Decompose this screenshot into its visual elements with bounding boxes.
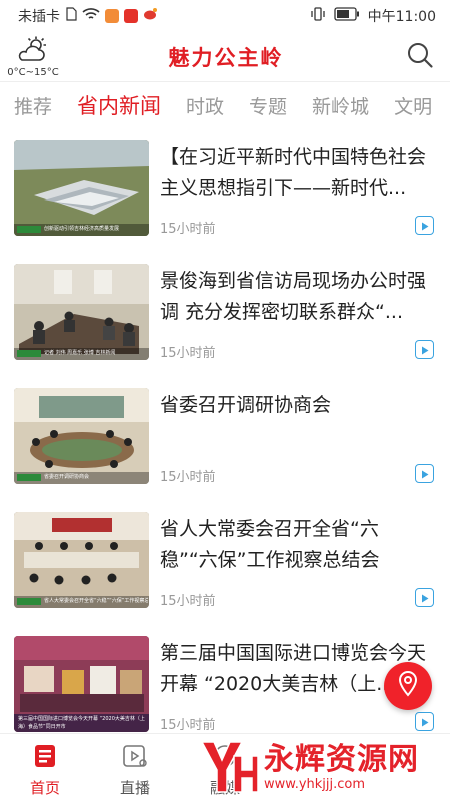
play-icon — [421, 464, 429, 483]
nav-label: 首页 — [29, 779, 60, 797]
category-tabs: 推荐 省内新闻 时政 专题 新岭城 文明 — [0, 84, 450, 126]
sim-icon — [65, 7, 77, 25]
weather-widget[interactable]: 0°C~15°C — [0, 36, 62, 78]
news-item[interactable]: 省人大常委会召开全省“六稳”“六保”工作视察总结会 省人大常委会召开全省“六稳”… — [0, 502, 450, 626]
partly-cloudy-icon — [15, 36, 51, 66]
news-item[interactable]: 第三届中国国际进口博览会今天开幕 “2020大美吉林（上海）食品节”同日开市 第… — [0, 626, 450, 750]
news-title: 省委召开调研协商会 — [160, 394, 332, 416]
temperature-range: 0°C~15°C — [7, 66, 59, 78]
app-notification-icon — [124, 9, 138, 23]
location-button[interactable] — [384, 662, 432, 710]
watermark-logo: 永辉资源网 www.yhkjjj.com — [198, 736, 450, 800]
video-play-button[interactable] — [415, 340, 434, 359]
news-thumbnail: 第三届中国国际进口博览会今天开幕 “2020大美吉林（上海）食品节”同日开市 — [14, 636, 149, 732]
thumbnail-caption: 记者 刘伟 周嘉乐 张博 吉林新闻 — [44, 350, 116, 356]
location-pin-icon — [397, 670, 419, 701]
status-bar: 未插卡 中午11:00 — [0, 0, 450, 32]
news-thumbnail: 省人大常委会召开全省“六稳”“六保”工作视察总结会 — [14, 512, 149, 608]
battery-icon — [333, 7, 360, 25]
nav-home[interactable]: 首页 — [0, 734, 90, 800]
news-time: 15小时前 — [160, 594, 216, 609]
app-notification-icon — [105, 9, 119, 23]
play-icon — [421, 340, 429, 359]
news-time: 15小时前 — [160, 346, 216, 361]
home-doc-icon — [32, 743, 58, 773]
news-thumbnail: 省委召开调研协商会 — [14, 388, 149, 484]
nav-label: 直播 — [119, 779, 150, 797]
news-item[interactable]: 创新驱动引领吉林经济高质量发展 【在习近平新时代中国特色社会主义思想指引下——新… — [0, 130, 450, 254]
play-icon — [421, 216, 429, 235]
tab-new-lingcheng[interactable]: 新岭城 — [312, 92, 369, 119]
video-play-button[interactable] — [415, 464, 434, 483]
news-title: 省人大常委会召开全省“六稳”“六保”工作视察总结会 — [160, 518, 380, 571]
news-title: 景俊海到省信访局现场办公时强调 充分发挥密切联系群众“... — [160, 270, 427, 323]
news-item[interactable]: 省委召开调研协商会 省委召开调研协商会 15小时前 — [0, 378, 450, 502]
search-icon — [406, 41, 434, 73]
wifi-icon — [82, 7, 100, 25]
video-play-button[interactable] — [415, 712, 434, 731]
tab-recommend[interactable]: 推荐 — [14, 92, 52, 119]
play-icon — [421, 712, 429, 731]
vibrate-icon — [310, 6, 326, 26]
play-icon — [421, 588, 429, 607]
carrier-text: 未插卡 — [18, 9, 60, 25]
news-thumbnail: 记者 刘伟 周嘉乐 张博 吉林新闻 — [14, 264, 149, 360]
thumbnail-caption: 省委召开调研协商会 — [44, 474, 90, 480]
live-play-icon — [121, 743, 149, 773]
page-title: 魅力公主岭 — [168, 45, 284, 70]
news-item[interactable]: 记者 刘伟 周嘉乐 张博 吉林新闻 景俊海到省信访局现场办公时强调 充分发挥密切… — [0, 254, 450, 378]
news-time: 15小时前 — [160, 718, 216, 733]
clock-text: 中午11:00 — [367, 9, 436, 25]
yh-logo-icon — [198, 736, 260, 800]
nav-live[interactable]: 直播 — [90, 734, 180, 800]
watermark-url: www.yhkjjj.com — [264, 777, 366, 792]
news-list: 创新驱动引领吉林经济高质量发展 【在习近平新时代中国特色社会主义思想指引下——新… — [0, 130, 450, 750]
video-play-button[interactable] — [415, 588, 434, 607]
news-time: 15小时前 — [160, 222, 216, 237]
weibo-icon — [143, 7, 159, 25]
search-button[interactable] — [390, 41, 450, 73]
thumbnail-caption: 省人大常委会召开全省“六稳”“六保”工作视察总结会 — [44, 598, 148, 604]
tab-civilization[interactable]: 文明 — [394, 92, 432, 119]
watermark-title: 永辉资源网 — [264, 742, 419, 777]
tab-topics[interactable]: 专题 — [249, 92, 287, 119]
news-title: 【在习近平新时代中国特色社会主义思想指引下——新时代... — [160, 146, 427, 199]
tab-provincial-news[interactable]: 省内新闻 — [77, 90, 161, 120]
video-play-button[interactable] — [415, 216, 434, 235]
thumbnail-caption: 第三届中国国际进口博览会今天开幕 “2020大美吉林（上海）食品节”同日开市 — [18, 716, 145, 730]
news-thumbnail: 创新驱动引领吉林经济高质量发展 — [14, 140, 149, 236]
app-header: 0°C~15°C 魅力公主岭 — [0, 32, 450, 82]
news-time: 15小时前 — [160, 470, 216, 485]
tab-politics[interactable]: 时政 — [186, 92, 224, 119]
thumbnail-caption: 创新驱动引领吉林经济高质量发展 — [44, 226, 120, 232]
